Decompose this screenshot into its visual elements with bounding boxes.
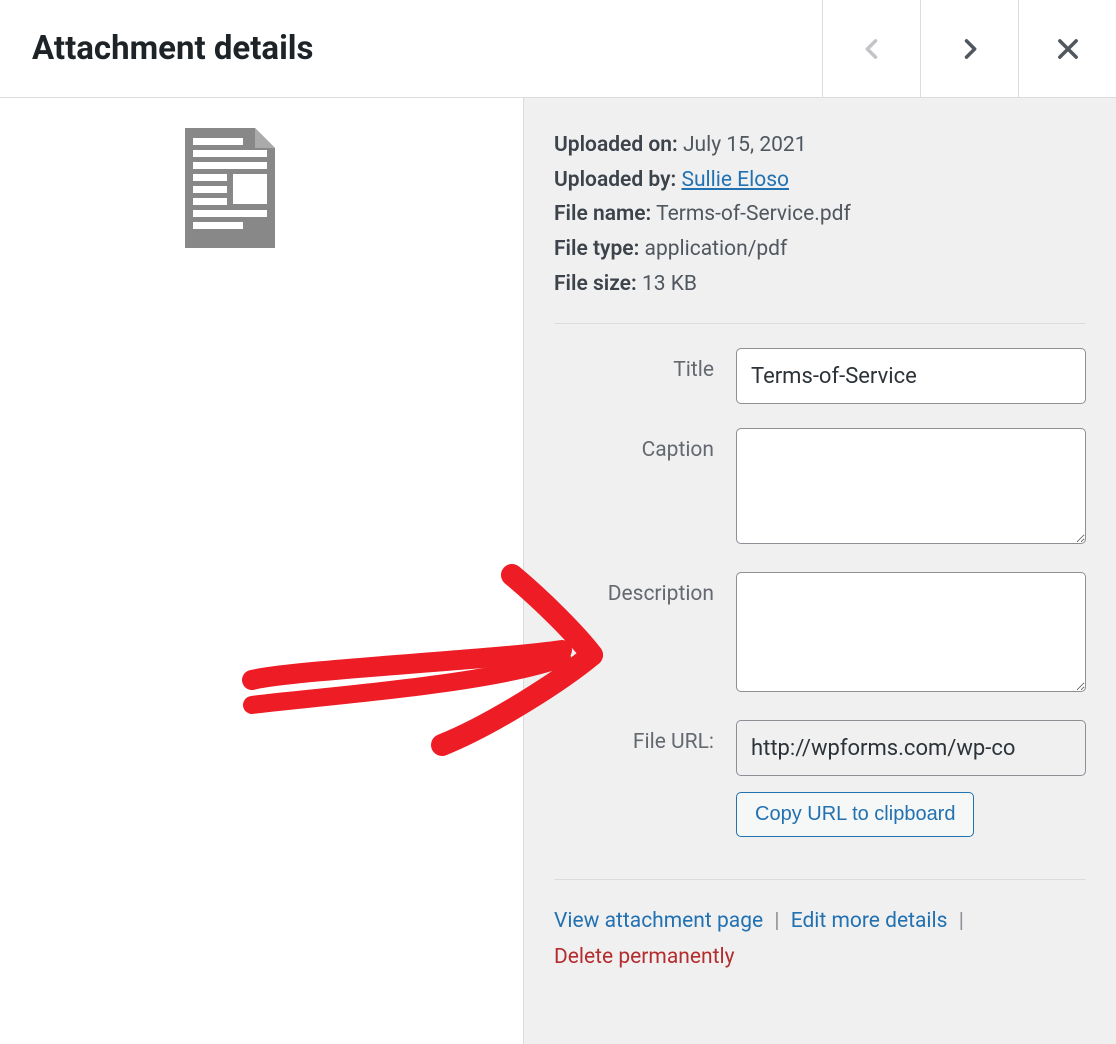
- file-url-row: File URL: http://wpforms.com/wp-co Copy …: [554, 720, 1086, 837]
- meta-file-name: File name: Terms-of-Service.pdf: [554, 197, 1086, 232]
- file-url-label: File URL:: [554, 720, 736, 837]
- prev-button: [822, 0, 920, 97]
- title-label: Title: [554, 348, 736, 404]
- close-button[interactable]: [1018, 0, 1116, 97]
- document-icon: [185, 128, 315, 252]
- divider: [554, 323, 1086, 324]
- meta-file-size: File size: 13 KB: [554, 267, 1086, 302]
- caption-input[interactable]: [736, 428, 1086, 544]
- delete-permanently-link[interactable]: Delete permanently: [554, 945, 735, 969]
- modal-header: Attachment details: [0, 0, 1116, 98]
- close-icon: [1054, 35, 1082, 63]
- divider: [554, 879, 1086, 880]
- description-row: Description: [554, 572, 1086, 696]
- meta-file-type: File type: application/pdf: [554, 232, 1086, 267]
- chevron-left-icon: [858, 35, 886, 63]
- attachment-details-panel: Uploaded on: July 15, 2021 Uploaded by: …: [524, 98, 1116, 1044]
- chevron-right-icon: [956, 35, 984, 63]
- title-input[interactable]: [736, 348, 1086, 404]
- action-links: View attachment page | Edit more details…: [554, 904, 1086, 975]
- file-url-input[interactable]: http://wpforms.com/wp-co: [736, 720, 1086, 776]
- attachment-preview-panel: [0, 98, 524, 1044]
- meta-uploaded-on: Uploaded on: July 15, 2021: [554, 128, 1086, 163]
- description-label: Description: [554, 572, 736, 696]
- view-attachment-page-link[interactable]: View attachment page: [554, 909, 763, 933]
- title-row: Title: [554, 348, 1086, 404]
- edit-more-details-link[interactable]: Edit more details: [791, 909, 948, 933]
- description-input[interactable]: [736, 572, 1086, 692]
- caption-row: Caption: [554, 428, 1086, 548]
- next-button[interactable]: [920, 0, 1018, 97]
- modal-title: Attachment details: [0, 29, 313, 68]
- caption-label: Caption: [554, 428, 736, 548]
- meta-uploaded-by: Uploaded by: Sullie Eloso: [554, 163, 1086, 198]
- copy-url-button[interactable]: Copy URL to clipboard: [736, 792, 974, 837]
- uploaded-by-link[interactable]: Sullie Eloso: [681, 168, 789, 192]
- header-actions: [822, 0, 1116, 97]
